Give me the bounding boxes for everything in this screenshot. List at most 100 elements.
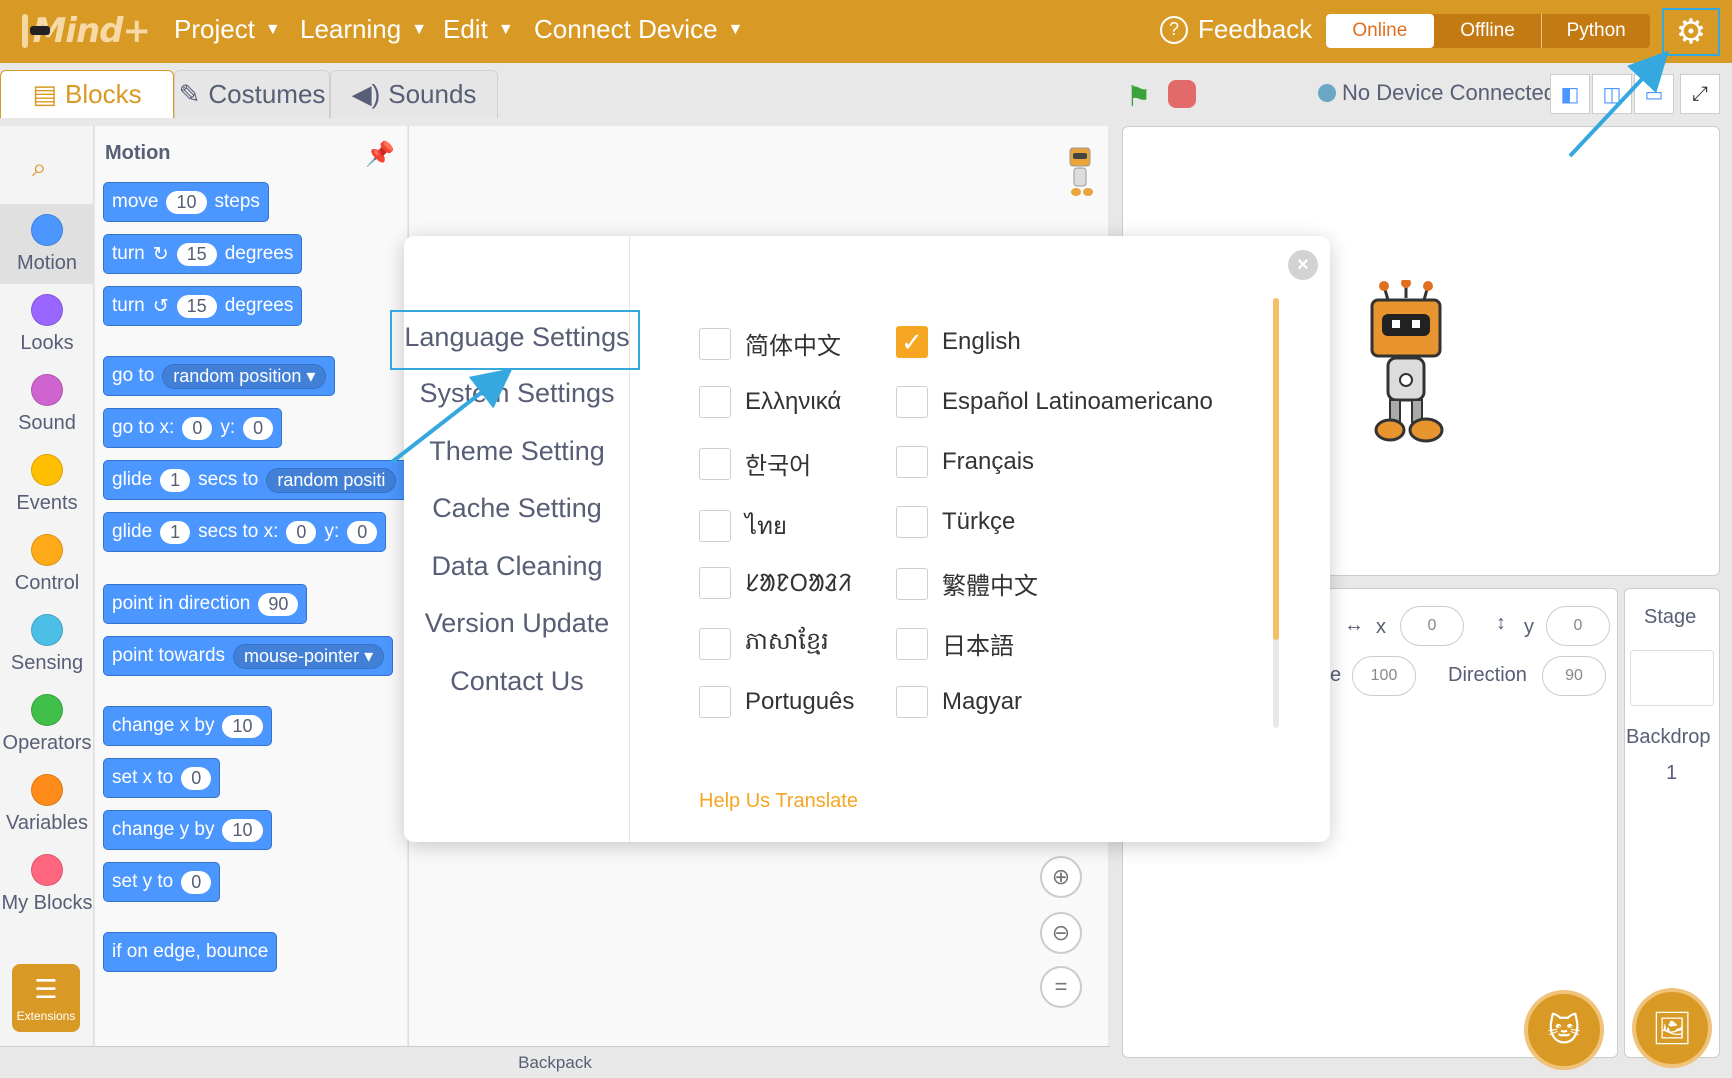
settings-theme[interactable]: Theme Setting	[404, 436, 630, 467]
lang-option-hu[interactable]: Magyar	[896, 686, 1022, 718]
y-input[interactable]: 0	[1546, 606, 1610, 646]
lang-option-th[interactable]: ไทย	[699, 506, 787, 545]
settings-language[interactable]: Language Settings	[404, 322, 630, 353]
backpack[interactable]: Backpack	[0, 1046, 1110, 1078]
block-glide[interactable]: glide 1 secs to random positi	[103, 460, 407, 500]
block-glide-xy[interactable]: glide 1 secs to x: 0 y: 0	[103, 512, 387, 552]
category-sound[interactable]: Sound	[0, 364, 94, 444]
block-point-in-direction[interactable]: point in direction 90	[103, 584, 308, 624]
lang-option-pt[interactable]: Português	[699, 686, 854, 718]
block-input[interactable]: 10	[222, 818, 263, 842]
settings-version-update[interactable]: Version Update	[404, 608, 630, 639]
block-input[interactable]: 0	[347, 520, 378, 544]
lang-option-ko[interactable]: 한국어	[699, 446, 811, 481]
language-scrollbar-thumb[interactable]	[1273, 298, 1279, 640]
extensions-button[interactable]: ☰ Extensions	[12, 964, 80, 1032]
lang-option-es-419[interactable]: Español Latinoamericano	[896, 386, 1213, 418]
x-input[interactable]: 0	[1400, 606, 1464, 646]
block-set-x[interactable]: set x to 0	[103, 758, 221, 798]
zoom-in-button[interactable]: ⊕	[1040, 856, 1082, 898]
tab-blocks[interactable]: ▤ Blocks	[0, 70, 174, 118]
mode-python[interactable]: Python	[1541, 14, 1650, 48]
choose-sprite-button[interactable]: 🐱	[1524, 990, 1604, 1070]
block-change-y[interactable]: change y by 10	[103, 810, 272, 850]
category-control[interactable]: Control	[0, 524, 94, 604]
block-input[interactable]: 0	[243, 416, 274, 440]
green-flag-icon[interactable]: ⚑	[1126, 80, 1151, 113]
large-stage-layout-button[interactable]: ▭	[1634, 74, 1674, 114]
block-input[interactable]: 0	[182, 416, 213, 440]
block-if-on-edge-bounce[interactable]: if on edge, bounce	[103, 932, 278, 972]
size-input[interactable]: 100	[1352, 656, 1416, 696]
settings-contact-us[interactable]: Contact Us	[404, 666, 630, 697]
category-events[interactable]: Events	[0, 444, 94, 524]
category-looks[interactable]: Looks	[0, 284, 94, 364]
checkbox[interactable]	[699, 627, 731, 660]
small-stage-layout-button[interactable]: ◧	[1550, 74, 1590, 114]
block-go-to-xy[interactable]: go to x: 0 y: 0	[103, 408, 283, 448]
block-dropdown[interactable]: random position ▾	[162, 363, 327, 389]
block-input[interactable]: 15	[176, 242, 217, 266]
lang-option-zh-cn[interactable]: 简体中文	[699, 326, 841, 361]
category-my-blocks[interactable]: My Blocks	[0, 844, 94, 924]
block-dropdown[interactable]: mouse-pointer ▾	[233, 643, 385, 669]
checkbox[interactable]	[699, 509, 731, 542]
checkbox[interactable]	[896, 446, 928, 478]
menu-project[interactable]: Project ▼	[174, 14, 281, 45]
block-go-to[interactable]: go to random position ▾	[103, 356, 336, 396]
lang-option-fr[interactable]: Français	[896, 446, 1034, 478]
checkbox[interactable]	[896, 567, 928, 600]
block-turn-left[interactable]: turn ↺ 15 degrees	[103, 286, 303, 326]
tab-sounds[interactable]: ◀) Sounds	[330, 70, 498, 118]
menu-connect-device[interactable]: Connect Device ▼	[534, 14, 743, 45]
lang-option-tr[interactable]: Türkçe	[896, 506, 1015, 538]
zoom-out-button[interactable]: ⊖	[1040, 912, 1082, 954]
block-input[interactable]: 90	[258, 592, 299, 616]
lang-option-sat[interactable]: ᱥᱟᱱᱛᱟᱲᱤ	[699, 566, 852, 599]
category-operators[interactable]: Operators	[0, 684, 94, 764]
category-motion[interactable]: Motion	[0, 204, 94, 284]
checkbox[interactable]	[896, 506, 928, 538]
checkbox-checked[interactable]: ✓	[896, 326, 928, 358]
stage-thumbnail[interactable]	[1630, 650, 1714, 706]
category-sensing[interactable]: Sensing	[0, 604, 94, 684]
feedback-button[interactable]: ? Feedback	[1160, 14, 1312, 45]
robot-sprite[interactable]	[1366, 280, 1446, 450]
lang-option-en[interactable]: ✓ English	[896, 326, 1021, 358]
block-set-y[interactable]: set y to 0	[103, 862, 221, 902]
choose-backdrop-button[interactable]: 🖼	[1632, 988, 1712, 1068]
block-input[interactable]: 10	[166, 190, 207, 214]
checkbox[interactable]	[699, 566, 731, 599]
block-input[interactable]: 0	[181, 870, 212, 894]
block-move[interactable]: move 10 steps	[103, 182, 269, 222]
block-input[interactable]: 10	[222, 714, 263, 738]
tab-costumes[interactable]: ✎ Costumes	[174, 70, 330, 118]
zoom-reset-button[interactable]: =	[1040, 966, 1082, 1008]
mode-online[interactable]: Online	[1326, 14, 1434, 48]
block-input[interactable]: 1	[160, 468, 191, 492]
checkbox[interactable]	[699, 386, 731, 418]
checkbox[interactable]	[896, 686, 928, 718]
block-input[interactable]: 0	[286, 520, 317, 544]
pin-icon[interactable]: 📌	[365, 140, 395, 169]
checkbox[interactable]	[699, 447, 731, 480]
menu-edit[interactable]: Edit ▼	[443, 14, 514, 45]
block-turn-right[interactable]: turn ↻ 15 degrees	[103, 234, 303, 274]
fullscreen-button[interactable]: ⤢	[1680, 74, 1720, 114]
help-translate-link[interactable]: Help Us Translate	[699, 790, 858, 813]
checkbox[interactable]	[896, 386, 928, 418]
block-point-towards[interactable]: point towards mouse-pointer ▾	[103, 636, 394, 676]
mindplus-logo[interactable]: Mind+	[22, 8, 151, 54]
block-input[interactable]: 15	[176, 294, 217, 318]
checkbox[interactable]	[699, 686, 731, 718]
block-input[interactable]: 1	[160, 520, 191, 544]
lang-option-zh-tw[interactable]: 繁體中文	[896, 566, 1038, 601]
close-icon[interactable]: ×	[1288, 250, 1318, 280]
direction-input[interactable]: 90	[1542, 656, 1606, 696]
block-change-x[interactable]: change x by 10	[103, 706, 272, 746]
settings-button[interactable]: ⚙	[1662, 8, 1720, 56]
lang-option-el[interactable]: Ελληνικά	[699, 386, 841, 418]
checkbox[interactable]	[699, 327, 731, 360]
settings-data-cleaning[interactable]: Data Cleaning	[404, 551, 630, 582]
normal-stage-layout-button[interactable]: ◫	[1592, 74, 1632, 114]
